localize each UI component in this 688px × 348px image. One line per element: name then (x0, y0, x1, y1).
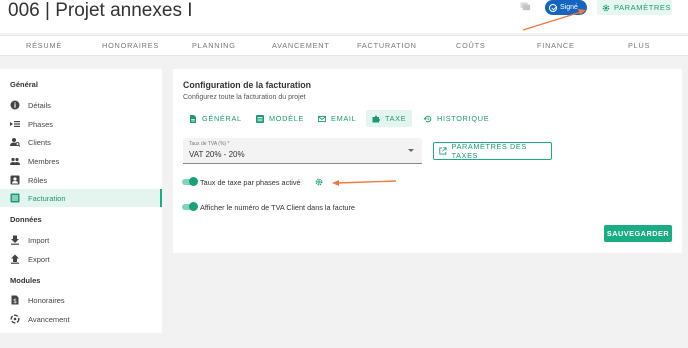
sidebar-item-honoraires[interactable]: $ Honoraires (0, 291, 162, 309)
tab-taxe[interactable]: TAXE (366, 110, 413, 127)
status-badge-label: Signé (560, 4, 578, 11)
sidebar-item-label: Facturation (28, 193, 66, 203)
sidebar-item-membres[interactable]: Membres (0, 152, 162, 170)
params-button-label: PARAMÈTRES (614, 3, 672, 12)
nav-facturation[interactable]: FACTURATION (357, 41, 417, 50)
tab-label: MODÈLE (269, 114, 305, 123)
sidebar-item-label: Détails (28, 100, 51, 110)
section-title-modules: Modules (10, 276, 41, 285)
chevron-down-icon (408, 149, 414, 152)
client-vat-toggle[interactable] (181, 202, 198, 212)
sidebar-item-label: Rôles (28, 175, 48, 185)
billing-config-panel: Configuration de la facturation Configur… (173, 69, 682, 253)
sidebar-item-export[interactable]: Export (0, 250, 162, 268)
sidebar-item-import[interactable]: Import (0, 231, 162, 249)
sidebar-item-avancement[interactable]: Avancement (0, 310, 162, 328)
nav-planning[interactable]: PLANNING (192, 41, 236, 50)
sidebar-item-details[interactable]: Détails (0, 96, 162, 114)
info-icon (10, 100, 20, 110)
tab-email[interactable]: EMAIL (312, 110, 362, 127)
sidebar-item-label: Export (28, 254, 50, 264)
nav-plus[interactable]: PLUS (628, 41, 650, 50)
tab-historique[interactable]: HISTORIQUE (418, 110, 495, 127)
puzzle-icon (372, 115, 380, 122)
invoice-list-icon (10, 193, 20, 203)
project-title: 006 | Projet annexes I (8, 0, 193, 21)
sidebar-item-label: Avancement (28, 314, 70, 324)
toggle-row-phase-tax: Taux de taxe par phases activé (181, 177, 323, 187)
tva-rate-select[interactable]: Taux de TVA (%) * VAT 20% - 20% (183, 138, 422, 164)
sidebar-item-label: Import (28, 235, 50, 245)
top-bar: 006 | Projet annexes I Signé PARAMÈTRES (0, 0, 688, 33)
tva-rate-label: Taux de TVA (%) * (189, 141, 230, 147)
nav-finance[interactable]: FINANCE (537, 41, 575, 50)
sidebar-item-phases[interactable]: Phases (0, 115, 162, 133)
gear-icon[interactable] (315, 178, 323, 186)
phase-tax-label: Taux de taxe par phases activé (200, 177, 301, 187)
sidebar-item-label: Membres (28, 156, 60, 166)
params-button[interactable]: PARAMÈTRES (597, 0, 672, 15)
nav-couts[interactable]: COÛTS (456, 41, 486, 50)
status-badge[interactable]: Signé (545, 0, 587, 15)
sidebar-item-facturation[interactable]: Facturation (0, 189, 162, 207)
tab-modele[interactable]: MODÈLE (250, 110, 310, 127)
save-button[interactable]: SAUVEGARDER (604, 225, 672, 242)
section-title-donnees: Données (10, 215, 42, 224)
sidebar-item-label: Honoraires (28, 295, 65, 305)
tab-label: EMAIL (331, 114, 357, 123)
history-icon (424, 115, 432, 122)
nav-avancement[interactable]: AVANCEMENT (272, 41, 330, 50)
tab-general[interactable]: GÉNÉRAL (183, 110, 248, 127)
page-subtitle: Configurez toute la facturation du proje… (183, 94, 306, 101)
nav-honoraires[interactable]: HONORAIRES (102, 41, 159, 50)
sidebar-item-label: Phases (28, 119, 54, 129)
download-icon (11, 235, 19, 245)
gear-icon (602, 4, 610, 11)
sidebar-item-roles[interactable]: Rôles (0, 171, 162, 189)
client-vat-label: Afficher le numéro de TVA Client dans la… (200, 202, 355, 212)
section-title-general: Général (10, 80, 38, 89)
page-title: Configuration de la facturation (183, 80, 312, 90)
sidebar-item-clients[interactable]: Clients (0, 133, 162, 151)
tax-settings-button[interactable]: PARAMÈTRES DES TAXES (433, 142, 552, 160)
svg-text:$: $ (13, 298, 17, 305)
sidebar-item-label: Clients (28, 137, 51, 147)
project-nav: RÉSUMÉ HONORAIRES PLANNING AVANCEMENT FA… (0, 35, 688, 56)
fee-document-icon: $ (11, 295, 19, 305)
progress-icon (10, 314, 20, 324)
person-search-icon (10, 138, 20, 147)
external-link-icon (439, 147, 447, 155)
template-icon (256, 114, 264, 123)
check-circle-icon (549, 3, 557, 12)
chat-icon[interactable] (520, 2, 531, 12)
mail-icon (318, 115, 326, 122)
phases-list-icon (10, 121, 20, 127)
tab-label: GÉNÉRAL (202, 114, 242, 123)
badge-icon (10, 175, 20, 185)
toggle-row-client-vat: Afficher le numéro de TVA Client dans la… (181, 202, 355, 212)
document-icon (190, 114, 196, 123)
tab-label: HISTORIQUE (437, 114, 490, 123)
tva-rate-value: VAT 20% - 20% (189, 150, 245, 159)
nav-resume[interactable]: RÉSUMÉ (26, 41, 62, 50)
tax-settings-label: PARAMÈTRES DES TAXES (451, 142, 527, 160)
upload-icon (11, 254, 19, 264)
people-icon (10, 157, 20, 165)
phase-tax-toggle[interactable] (181, 177, 198, 187)
tab-label: TAXE (385, 114, 407, 123)
settings-sidebar: Général Détails Phases Clients Membres R… (0, 69, 162, 333)
